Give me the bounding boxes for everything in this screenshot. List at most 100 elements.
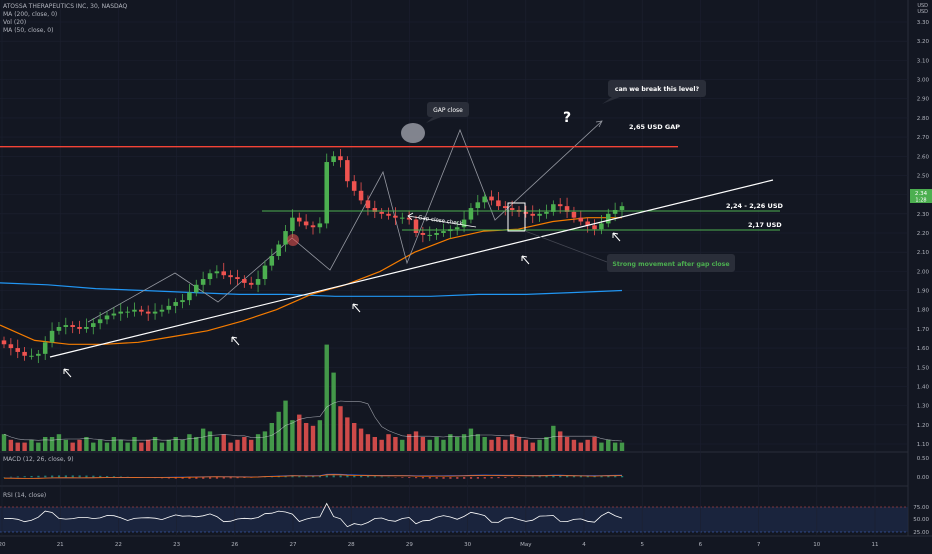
volume-bar xyxy=(153,437,157,451)
volume-bar xyxy=(510,434,514,451)
candle-body xyxy=(400,218,405,219)
indicator-legend-ma200[interactable]: MA (200, close, 0) xyxy=(3,11,57,18)
volume-bar xyxy=(146,440,150,451)
volume-bar xyxy=(613,443,617,451)
volume-bar xyxy=(434,437,438,451)
candle-body xyxy=(324,162,329,223)
volume-bar xyxy=(366,434,370,451)
volume-bar xyxy=(215,437,219,451)
price-tick-label: 2.80 xyxy=(917,116,930,122)
volume-bar xyxy=(393,437,397,451)
price-tick-label: 3.30 xyxy=(917,20,930,26)
time-tick-label: 11 xyxy=(872,542,879,548)
volume-bar xyxy=(496,437,500,451)
candle-body xyxy=(434,233,439,235)
volume-bar xyxy=(167,440,171,451)
chart-canvas[interactable]: 2,65 USD GAP2,24 - 2,26 USD2,17 USDGAP c… xyxy=(0,0,932,550)
level-label-265: 2,65 USD GAP xyxy=(629,123,680,131)
candle-body xyxy=(167,306,172,310)
volume-bar xyxy=(482,437,486,451)
volume-bar xyxy=(599,443,603,451)
symbol-title[interactable]: ATOSSA THERAPEUTICS INC, 30, NASDAQ xyxy=(3,3,127,10)
candle-body xyxy=(592,225,597,229)
candle-body xyxy=(386,214,391,216)
volume-bar xyxy=(311,426,315,451)
candle-body xyxy=(235,277,240,279)
volume-bar xyxy=(551,426,555,451)
macd-histogram-bar xyxy=(449,477,451,479)
candle-body xyxy=(544,212,549,214)
candle-body xyxy=(359,191,364,201)
volume-bar xyxy=(57,434,61,451)
pointer-arrow[interactable] xyxy=(232,337,239,345)
pointer-arrow[interactable] xyxy=(613,233,620,241)
volume-bar xyxy=(345,417,349,451)
candle-body xyxy=(558,204,563,206)
indicator-legend-ma50[interactable]: MA (50, close, 0) xyxy=(3,27,53,34)
macd-histogram-bar xyxy=(484,477,486,479)
rsi-tick-label: 50.00 xyxy=(913,517,929,523)
macd-histogram-bar xyxy=(30,476,32,477)
breakout-box[interactable] xyxy=(508,203,525,231)
candle-body xyxy=(311,225,316,227)
volume-bar xyxy=(331,373,335,451)
volume-bar xyxy=(352,423,356,451)
price-tick-label: 1.40 xyxy=(917,384,930,390)
time-tick-label: 29 xyxy=(406,542,413,548)
gap-close-marker[interactable] xyxy=(401,123,425,143)
pointer-arrow[interactable] xyxy=(353,304,360,312)
candle-body xyxy=(22,352,27,356)
macd-histogram-bar xyxy=(491,477,493,478)
time-tick-label: May xyxy=(520,542,532,548)
price-tick-label: 2.10 xyxy=(917,250,930,256)
macd-legend[interactable]: MACD (12, 26, close, 9) xyxy=(3,456,74,463)
macd-histogram-bar xyxy=(442,477,444,479)
candle-body xyxy=(276,245,281,257)
volume-bar xyxy=(70,443,74,451)
candle-body xyxy=(496,200,501,206)
candle-body xyxy=(146,312,151,314)
candle-body xyxy=(318,223,323,227)
volume-bar xyxy=(194,437,198,451)
candle-body xyxy=(15,348,20,352)
candle-body xyxy=(153,312,158,314)
volume-bar xyxy=(476,434,480,451)
volume-bar xyxy=(537,440,541,451)
volume-bar xyxy=(64,440,68,451)
volume-bar xyxy=(620,443,624,451)
peak-marker[interactable] xyxy=(287,234,299,246)
candle-body xyxy=(70,325,75,327)
volume-bar xyxy=(428,440,432,451)
macd-histogram-bar xyxy=(367,476,369,477)
volume-bar xyxy=(386,434,390,451)
volume-bar xyxy=(208,431,212,451)
volume-bar xyxy=(242,437,246,451)
volume-bar xyxy=(29,440,33,451)
volume-bar xyxy=(448,434,452,451)
candle-body xyxy=(208,273,213,279)
volume-bar xyxy=(84,437,88,451)
volume-bar xyxy=(558,431,562,451)
price-tick-label: 1.80 xyxy=(917,308,930,314)
candle-body xyxy=(242,279,247,283)
macd-histogram-bar xyxy=(92,476,94,478)
candle-body xyxy=(345,160,350,181)
indicator-legend-vol[interactable]: Vol (20) xyxy=(3,19,26,26)
macd-histogram-bar xyxy=(374,476,376,477)
price-tick-label: 2.60 xyxy=(917,154,930,160)
macd-histogram-bar xyxy=(24,476,26,477)
callout-connector xyxy=(525,231,607,262)
macd-histogram-bar xyxy=(326,475,328,477)
volume-bar xyxy=(565,437,569,451)
volume-bar xyxy=(2,434,6,451)
candle-body xyxy=(290,218,295,231)
macd-histogram-bar xyxy=(10,477,12,478)
candle-body xyxy=(331,156,336,162)
price-tick-label: 2.20 xyxy=(917,231,930,237)
rsi-legend[interactable]: RSI (14, close) xyxy=(3,492,46,499)
candle-body xyxy=(441,231,446,233)
pointer-arrow[interactable] xyxy=(64,369,71,377)
macd-histogram-bar xyxy=(497,477,499,478)
candle-body xyxy=(482,197,487,203)
volume-bar xyxy=(222,434,226,451)
